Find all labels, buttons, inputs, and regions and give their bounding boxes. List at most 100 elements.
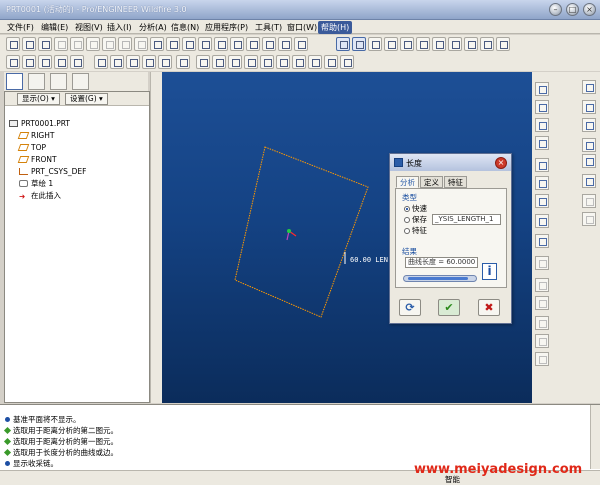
menu-item[interactable]: 应用程序(P) [202,21,251,34]
csys-display-icon[interactable] [230,37,244,51]
cut-icon[interactable] [86,37,100,51]
model-player-icon[interactable] [292,55,306,69]
settings-dropdown[interactable]: 设置(G) ▾ [65,93,108,105]
feature-tool-icon[interactable] [535,296,549,310]
feature-tool-icon[interactable] [535,100,549,114]
tree-item-part[interactable]: PRT0001.PRT [9,119,70,128]
feature-tool-icon[interactable] [535,316,549,330]
message-scrollbar[interactable] [590,405,600,469]
menu-item[interactable]: 信息(N) [168,21,202,34]
menu-item[interactable]: 工具(T) [252,21,285,34]
feature-tool-icon[interactable] [535,278,549,292]
type-feature-radio[interactable]: 特征 [404,225,427,236]
feature-tool-icon[interactable] [535,118,549,132]
datum-tool-icon[interactable] [582,80,596,94]
view-icon[interactable] [262,37,276,51]
point-display-icon[interactable] [38,55,52,69]
feature-tool-icon[interactable] [535,334,549,348]
datum-tool-icon[interactable] [582,154,596,168]
relations-icon[interactable] [308,55,322,69]
feature-tool-icon[interactable] [535,256,549,270]
datum-tool-icon[interactable] [582,212,596,226]
show-dropdown[interactable]: 显示(O) ▾ [17,93,60,105]
copy-icon[interactable] [102,37,116,51]
display-style-icon[interactable] [448,37,462,51]
menu-item[interactable]: 窗口(W) [284,21,320,34]
tree-item-front[interactable]: FRONT [17,155,57,164]
model-tree-tab[interactable] [6,73,23,90]
paste-icon[interactable] [118,37,132,51]
family-table-icon[interactable] [340,55,354,69]
tree-item-right[interactable]: RIGHT [17,131,54,140]
datum-csys-tool-icon[interactable] [142,55,156,69]
tree-item-insert-here[interactable]: ➜ 在此插入 [19,191,61,201]
connections-tab[interactable] [72,73,89,90]
regenerate-icon[interactable] [166,37,180,51]
feature-tool-icon[interactable] [535,352,549,366]
refit-icon[interactable] [400,37,414,51]
undo-icon[interactable] [134,37,148,51]
panel-splitter[interactable] [150,72,162,403]
feature-tool-icon[interactable] [535,214,549,228]
reorient-icon[interactable] [416,37,430,51]
datum-curve-tool-icon[interactable] [158,55,172,69]
datum-tool-icon[interactable] [582,138,596,152]
color-appearance-icon[interactable] [244,55,258,69]
minimize-button[interactable]: – [549,3,562,16]
menu-item[interactable]: 编辑(E) [38,21,71,34]
ok-button[interactable]: ✔ [438,299,460,316]
find-icon[interactable] [182,37,196,51]
redo-icon[interactable] [150,37,164,51]
display-settings-icon[interactable] [212,55,226,69]
type-saved-radio[interactable]: 保存 [404,214,427,225]
recompute-button[interactable]: ⟳ [399,299,421,316]
feature-tool-icon[interactable] [535,194,549,208]
select-icon[interactable] [198,37,212,51]
datum-tool-icon[interactable] [582,194,596,208]
open-file-icon[interactable] [22,37,36,51]
context-help-icon[interactable] [176,55,190,69]
appearance-editor-icon[interactable] [260,55,274,69]
new-file-icon[interactable] [6,37,20,51]
tab-analysis[interactable]: 分析 [396,176,419,188]
dialog-close-button[interactable]: × [495,157,507,169]
shaded-icon[interactable] [496,37,510,51]
save-icon[interactable] [38,37,52,51]
model-setup-icon[interactable] [196,55,210,69]
datum-plane-toggle-icon[interactable] [336,37,350,51]
environment-icon[interactable] [228,55,242,69]
result-scrollbar[interactable] [403,275,477,282]
tree-item-top[interactable]: TOP [17,143,46,152]
feature-tool-icon[interactable] [535,176,549,190]
menu-item[interactable]: 帮助(H) [318,21,353,34]
maximize-button[interactable]: □ [566,3,579,16]
menu-item[interactable]: 文件(F) [4,21,37,34]
tab-feature[interactable]: 特征 [444,176,467,188]
parameters-icon[interactable] [324,55,338,69]
axis-display-icon[interactable] [22,55,36,69]
saved-views-icon[interactable] [432,37,446,51]
print-icon[interactable] [54,37,68,51]
zoom-out-icon[interactable] [384,37,398,51]
saved-name-field[interactable]: _YSIS_LENGTH_1 [432,214,501,225]
datum-axis-toggle-icon[interactable] [352,37,366,51]
tree-item-csys[interactable]: PRT_CSYS_DEF [19,167,86,176]
datum-tool-icon[interactable] [582,174,596,188]
email-icon[interactable] [70,37,84,51]
feature-tool-icon[interactable] [535,136,549,150]
layer-icon[interactable] [246,37,260,51]
feature-tool-icon[interactable] [535,158,549,172]
datum-axis-tool-icon[interactable] [110,55,124,69]
csys-toggle-icon[interactable] [54,55,68,69]
sketched-curve[interactable] [234,146,369,318]
render-icon[interactable] [276,55,290,69]
hidden-line-icon[interactable] [480,37,494,51]
tab-definition[interactable]: 定义 [420,176,443,188]
datum-display-icon[interactable] [214,37,228,51]
view-list-icon[interactable] [294,37,308,51]
folder-browser-tab[interactable] [28,73,45,90]
tree-item-sketch[interactable]: 草绘 1 [19,179,53,188]
feature-tool-icon[interactable] [535,82,549,96]
wireframe-icon[interactable] [464,37,478,51]
datum-point-tool-icon[interactable] [126,55,140,69]
